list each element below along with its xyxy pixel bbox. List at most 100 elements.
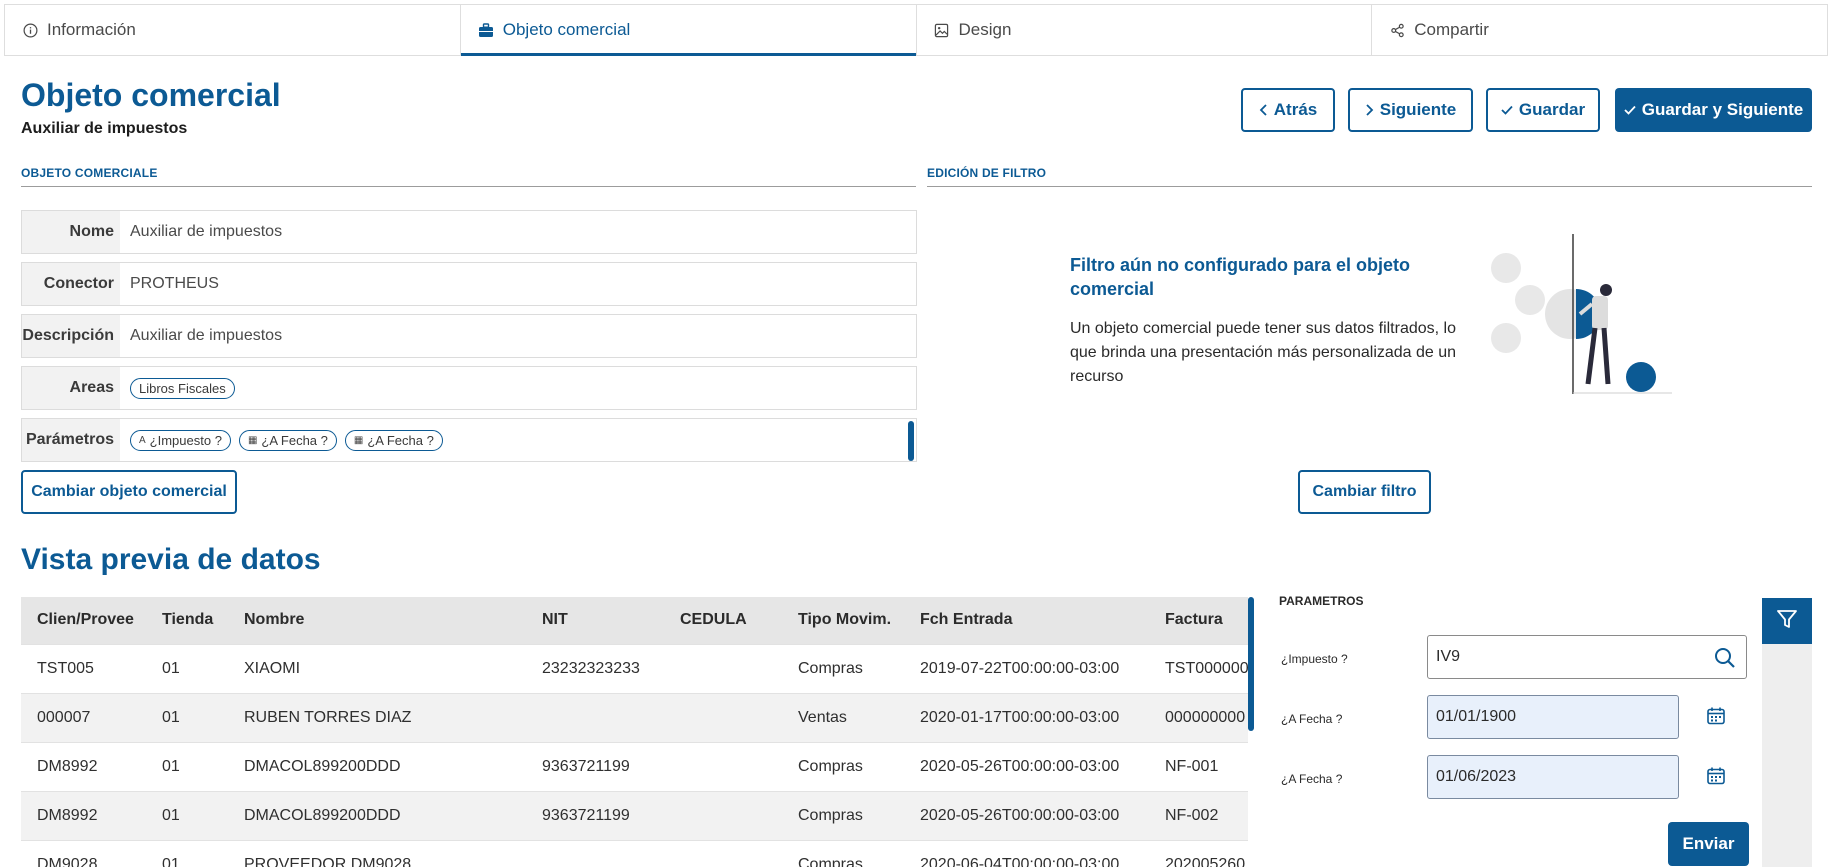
column-header[interactable]: Fch Entrada: [904, 597, 1149, 644]
column-header[interactable]: Tienda: [146, 597, 228, 644]
table-row: 000007 01 RUBEN TORRES DIAZ Ventas 2020-…: [21, 693, 1248, 742]
table-cell: 000000000: [1165, 708, 1246, 726]
table-cell: 01: [162, 659, 180, 677]
filter-icon: [1775, 607, 1799, 636]
table-cell: XIAOMI: [244, 659, 301, 677]
column-header[interactable]: Tipo Movim.: [782, 597, 904, 644]
table-cell: 01: [162, 708, 180, 726]
change-filter-button[interactable]: Cambiar filtro: [1298, 470, 1431, 514]
nome-value: Auxiliar de impuestos: [130, 223, 283, 240]
back-button[interactable]: Atrás: [1241, 88, 1335, 132]
impuesto-value: IV9: [1436, 648, 1461, 665]
empty-illustration: [1491, 234, 1672, 394]
impuesto-input[interactable]: IV9: [1427, 635, 1747, 679]
table-cell: 2020-05-26T00:00:00-03:00: [920, 757, 1120, 775]
parametros-value: A ¿Impuesto ? ▦ ¿A Fecha ? ▦ ¿A Fecha ?: [120, 419, 916, 461]
info-icon: [21, 21, 39, 39]
page-title: Objeto comercial: [21, 77, 281, 113]
table-cell: DM9028: [37, 855, 98, 867]
impuesto-label: ¿Impuesto ?: [1281, 652, 1348, 666]
table-cell: DMACOL899200DDD: [244, 806, 401, 824]
fecha1-label: ¿A Fecha ?: [1281, 712, 1343, 726]
descripcion-row: Descripción Auxiliar de impuestos: [21, 314, 917, 358]
calendar-icon[interactable]: [1706, 706, 1728, 728]
column-header[interactable]: Clien/Provee: [21, 597, 146, 644]
column-header[interactable]: CEDULA: [664, 597, 782, 644]
table-cell: TST005: [37, 659, 94, 677]
table-cell: 01: [162, 855, 180, 867]
nome-row: Nome Auxiliar de impuestos: [21, 210, 917, 254]
filter-toggle-button[interactable]: [1762, 598, 1812, 644]
table-row: DM9028 01 PROVEEDOR DM9028 Compras 2020-…: [21, 840, 1248, 867]
table-cell: Compras: [798, 855, 863, 867]
briefcase-icon: [477, 21, 495, 39]
table-cell: NF-002: [1165, 806, 1219, 824]
table-cell: 9363721199: [542, 757, 630, 775]
chip-label: ¿Impuesto ?: [149, 432, 222, 448]
table-cell: 2020-01-17T00:00:00-03:00: [920, 708, 1120, 726]
param-chip-fecha: ▦ ¿A Fecha ?: [238, 429, 337, 451]
back-label: Atrás: [1273, 100, 1318, 119]
tab-design[interactable]: Design: [917, 5, 1373, 55]
calendar-icon: ▦: [353, 434, 364, 446]
tab-compartir[interactable]: Compartir: [1372, 5, 1827, 55]
filter-empty-title: Filtro aún no configurado para el objeto…: [1070, 255, 1411, 299]
table-cell: 2020-06-04T00:00:00-03:00: [920, 855, 1120, 867]
filter-section-heading: EDICIÓN DE FILTRO: [927, 166, 1812, 187]
table-cell: [664, 791, 782, 840]
column-header[interactable]: Nombre: [228, 597, 526, 644]
column-header[interactable]: Factura: [1149, 597, 1248, 644]
table-row: DM8992 01 DMACOL899200DDD 9363721199 Com…: [21, 742, 1248, 791]
table-cell: Compras: [798, 659, 863, 677]
fecha1-input[interactable]: 01/01/1900: [1427, 695, 1679, 739]
tab-label: Compartir: [1414, 20, 1489, 39]
table-cell: DM8992: [37, 757, 98, 775]
chip-label: ¿A Fecha ?: [367, 432, 434, 448]
table-cell: [664, 840, 782, 867]
table-cell: Compras: [798, 806, 863, 824]
tab-label: Información: [47, 20, 136, 39]
table-cell: 2019-07-22T00:00:00-03:00: [920, 659, 1120, 677]
fecha2-label: ¿A Fecha ?: [1281, 772, 1343, 786]
table-cell: 23232323233: [542, 659, 640, 677]
descripcion-value: Auxiliar de impuestos: [130, 327, 283, 344]
preview-title: Vista previa de datos: [21, 543, 321, 576]
calendar-icon[interactable]: [1706, 766, 1728, 788]
table-cell: NF-001: [1165, 757, 1219, 775]
search-icon[interactable]: [1714, 647, 1736, 674]
area-chip: Libros Fiscales: [130, 377, 235, 399]
save-label: Guardar: [1518, 100, 1586, 119]
change-object-button[interactable]: Cambiar objeto comercial: [21, 470, 237, 514]
table-cell: 9363721199: [542, 806, 630, 824]
table-cell: RUBEN TORRES DIAZ: [244, 708, 412, 726]
send-button[interactable]: Enviar: [1668, 822, 1749, 866]
table-cell: [664, 644, 782, 693]
table-scrollbar[interactable]: [1248, 597, 1254, 731]
check-icon: [1501, 105, 1513, 115]
next-button[interactable]: Siguiente: [1348, 88, 1473, 132]
table-cell: Ventas: [798, 708, 847, 726]
tab-informacion[interactable]: Información: [5, 5, 461, 55]
table-cell: 2020-05-26T00:00:00-03:00: [920, 806, 1120, 824]
table-cell: 202005260: [1165, 855, 1246, 867]
table-header-row: Clien/Provee Tienda Nombre NIT CEDULA Ti…: [21, 597, 1248, 644]
tab-objeto-comercial[interactable]: Objeto comercial: [460, 5, 917, 56]
image-icon: [933, 21, 951, 39]
table-cell: DMACOL899200DDD: [244, 757, 401, 775]
table-cell: [664, 742, 782, 791]
fecha2-input[interactable]: 01/06/2023: [1427, 755, 1679, 799]
fecha2-value: 01/06/2023: [1436, 768, 1517, 785]
table-cell: [526, 693, 664, 742]
areas-value: Libros Fiscales: [120, 367, 916, 409]
column-header[interactable]: NIT: [526, 597, 664, 644]
object-section-heading: OBJETO COMERCIALE: [21, 166, 916, 187]
fecha1-value: 01/01/1900: [1436, 708, 1517, 725]
tab-label: Design: [958, 20, 1012, 39]
param-chip-fecha: ▦ ¿A Fecha ?: [344, 429, 443, 451]
row-scrollbar[interactable]: [908, 421, 914, 461]
save-next-button[interactable]: Guardar y Siguiente: [1615, 88, 1812, 132]
conector-value: PROTHEUS: [130, 275, 219, 292]
param-chip-impuesto: A ¿Impuesto ?: [130, 429, 231, 451]
check-icon: [1624, 105, 1636, 115]
save-button[interactable]: Guardar: [1486, 88, 1600, 132]
